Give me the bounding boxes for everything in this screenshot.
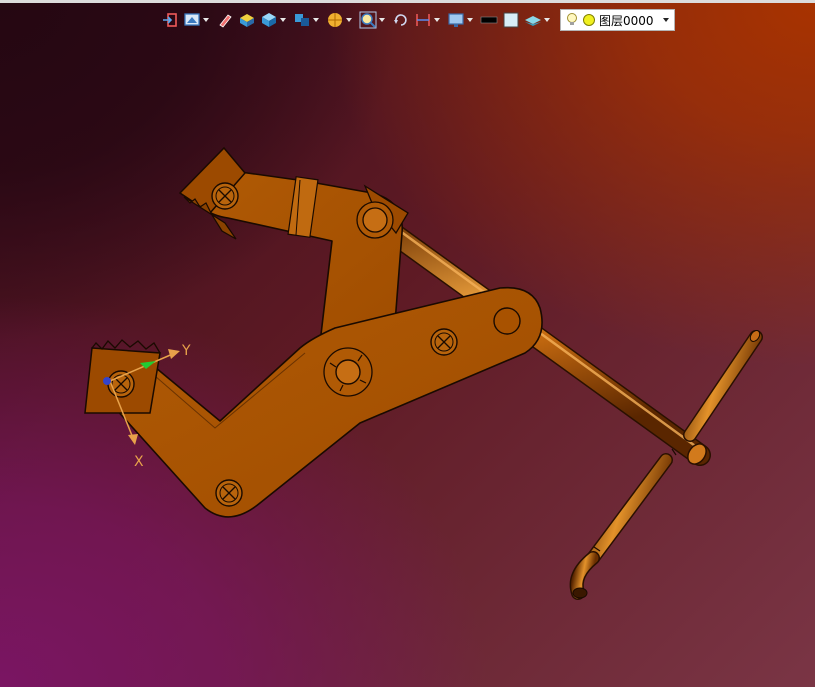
view-orientation-button[interactable] [182, 9, 213, 31]
t-handle [569, 330, 763, 600]
cube-icon [262, 13, 276, 27]
3d-viewport[interactable]: Y X 图层0000 [0, 3, 815, 687]
layer-stack-icon [525, 16, 541, 26]
measure-icon [416, 14, 430, 26]
rotate-button[interactable] [391, 9, 411, 31]
view-toolbar: 图层0000 [160, 8, 675, 32]
black-rectangle-icon [480, 16, 498, 24]
yellow-dot-icon [583, 14, 595, 26]
chevron-down-icon[interactable] [663, 18, 669, 22]
chevron-down-icon [544, 18, 550, 22]
chevron-down-icon [379, 18, 385, 22]
white-background-button[interactable] [501, 9, 521, 31]
layer-selector[interactable]: 图层0000 [560, 9, 675, 31]
layer-name: 图层0000 [599, 13, 654, 28]
y-axis-label: Y [181, 343, 191, 359]
exit-icon [163, 13, 177, 27]
section-view-button[interactable] [292, 9, 323, 31]
render-style-icon [328, 13, 342, 27]
white-rectangle-icon [503, 12, 519, 28]
chevron-down-icon [280, 18, 286, 22]
pivot-center [323, 347, 373, 397]
render-style-button[interactable] [325, 9, 356, 31]
black-background-button[interactable] [479, 9, 499, 31]
clamp-model[interactable]: Y X [0, 3, 815, 687]
edit-button[interactable] [215, 9, 235, 31]
zoom-fit-button[interactable] [358, 9, 389, 31]
shaded-block-icon [240, 14, 254, 27]
screw-middle [430, 328, 458, 356]
section-view-icon [295, 14, 309, 26]
pivot-right-end [493, 307, 521, 335]
lower-jaw-arm [99, 286, 543, 518]
exit-button[interactable] [160, 9, 180, 31]
rotate-icon [394, 14, 407, 26]
measure-button[interactable] [413, 9, 444, 31]
x-axis-label: X [134, 454, 144, 470]
screw-upper-left [211, 182, 239, 210]
chevron-down-icon [203, 18, 209, 22]
chevron-down-icon [346, 18, 352, 22]
cube-button[interactable] [259, 9, 290, 31]
edit-pen-icon [219, 14, 232, 28]
lightbulb-icon [567, 13, 577, 25]
display-settings-button[interactable] [446, 9, 477, 31]
layer-stack-button[interactable] [523, 9, 554, 31]
shaded-block-button[interactable] [237, 9, 257, 31]
zoom-fit-icon [359, 11, 377, 29]
display-settings-icon [448, 13, 464, 27]
chevron-down-icon [467, 18, 473, 22]
pivot-upper-right [356, 201, 394, 239]
view-orientation-icon [184, 13, 200, 26]
chevron-down-icon [313, 18, 319, 22]
screw-bottom [215, 479, 243, 507]
chevron-down-icon [434, 18, 440, 22]
